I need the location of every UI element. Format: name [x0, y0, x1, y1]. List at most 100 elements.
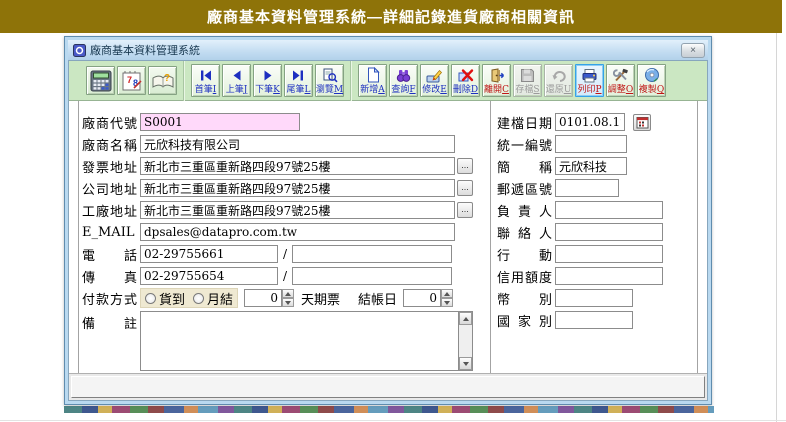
- created-date-label: 建檔日期: [497, 113, 555, 132]
- close-button[interactable]: ×: [681, 43, 705, 58]
- invoice-address-label: 發票地址: [82, 157, 140, 176]
- fax-ext-input[interactable]: [292, 267, 452, 285]
- button-label: 調整O: [608, 85, 633, 95]
- payment-radio-monthly[interactable]: 月結: [193, 289, 233, 308]
- phone-ext-input[interactable]: [292, 245, 452, 263]
- vendor-code-label: 廠商代號: [82, 113, 140, 132]
- exit-button[interactable]: 離開C: [482, 64, 511, 97]
- country-input[interactable]: [555, 311, 633, 329]
- payment-cod-label: 貨到: [159, 289, 185, 308]
- form-right-column: 建檔日期 統一編號 簡稱: [497, 111, 692, 331]
- up-arrow-icon: [285, 292, 291, 296]
- exit-door-icon: [489, 67, 505, 83]
- fax-label: 傳真: [82, 267, 140, 286]
- query-button[interactable]: 查詢F: [389, 64, 418, 97]
- radio-icon: [145, 293, 156, 304]
- print-button[interactable]: 列印P: [575, 64, 604, 97]
- company-address-browse-button[interactable]: ...: [457, 180, 473, 196]
- tax-id-label: 統一編號: [497, 135, 555, 154]
- page-banner: 廠商基本資料管理系統—詳細記錄進貨廠商相關資訊: [0, 0, 782, 33]
- field-row-vendor-code: 廠商代號: [82, 111, 487, 133]
- factory-address-browse-button[interactable]: ...: [457, 202, 473, 218]
- notes-scrollbar[interactable]: [458, 311, 473, 371]
- edit-pencil-icon: [426, 67, 443, 83]
- last-record-button[interactable]: 尾筆L: [284, 64, 313, 97]
- created-date-input[interactable]: [555, 113, 625, 131]
- delete-button[interactable]: 刪除D: [451, 64, 480, 97]
- spinner-buttons: [441, 289, 453, 307]
- contact-label: 聯絡人: [497, 223, 555, 242]
- adjust-button[interactable]: 調整O: [606, 64, 635, 97]
- browse-records-button[interactable]: 瀏覽M: [315, 64, 344, 97]
- email-input[interactable]: [140, 223, 455, 241]
- calendar-picker-icon: [636, 116, 649, 129]
- field-row-contact: 聯絡人: [497, 221, 692, 243]
- calendar-button[interactable]: 7 8: [117, 66, 146, 95]
- credit-limit-input[interactable]: [555, 267, 663, 285]
- spinner-up-button[interactable]: [441, 289, 453, 298]
- spinner-down-button[interactable]: [282, 298, 294, 307]
- button-label: 複製Q: [639, 85, 664, 95]
- tax-id-input[interactable]: [555, 135, 627, 153]
- spinner-down-button[interactable]: [441, 298, 453, 307]
- copy-button[interactable]: 複製Q: [637, 64, 666, 97]
- date-picker-button[interactable]: [633, 114, 651, 131]
- zip-code-label: 郵遞區號: [497, 179, 555, 198]
- payment-days-value[interactable]: 0: [244, 289, 282, 307]
- page-right-border: [776, 33, 777, 422]
- vendor-name-input[interactable]: [140, 135, 455, 153]
- calculator-icon: [90, 70, 112, 92]
- phone-input[interactable]: [140, 245, 278, 263]
- zip-code-input[interactable]: [555, 179, 619, 197]
- button-label: 修改E: [422, 85, 447, 95]
- scroll-up-button[interactable]: [459, 312, 472, 325]
- currency-input[interactable]: [555, 289, 633, 307]
- closing-day-value[interactable]: 0: [403, 289, 441, 307]
- up-arrow-icon: [444, 292, 450, 296]
- first-record-icon: [198, 67, 213, 83]
- field-row-tax-id: 統一編號: [497, 133, 692, 155]
- owner-label: 負責人: [497, 201, 555, 220]
- window-titlebar[interactable]: 廠商基本資料管理系統 ×: [68, 40, 708, 60]
- short-name-input[interactable]: [555, 157, 627, 175]
- add-record-button[interactable]: 新增A: [358, 64, 387, 97]
- notes-textarea[interactable]: [140, 311, 458, 371]
- previous-record-icon: [229, 67, 244, 83]
- button-label: 列印P: [577, 85, 601, 95]
- fax-input[interactable]: [140, 267, 278, 285]
- spinner-up-button[interactable]: [282, 289, 294, 298]
- page-bottom-border: [0, 420, 786, 421]
- invoice-address-input[interactable]: [140, 157, 455, 175]
- payment-radio-cod[interactable]: 貨到: [145, 289, 185, 308]
- vendor-code-input[interactable]: [140, 113, 300, 131]
- undo-button: 還原U: [544, 64, 573, 97]
- phone-separator: /: [278, 247, 292, 261]
- button-label: 下筆K: [255, 85, 280, 95]
- factory-address-input[interactable]: [140, 201, 455, 219]
- printer-icon: [581, 67, 598, 83]
- next-record-button[interactable]: 下筆K: [253, 64, 282, 97]
- contact-input[interactable]: [555, 223, 663, 241]
- company-address-label: 公司地址: [82, 179, 140, 198]
- invoice-address-browse-button[interactable]: ...: [457, 158, 473, 174]
- notes-label: 備註: [82, 313, 140, 332]
- scroll-down-button[interactable]: [459, 357, 472, 370]
- first-record-button[interactable]: 首筆I: [191, 64, 220, 97]
- company-address-input[interactable]: [140, 179, 455, 197]
- closing-day-spinner: 0: [403, 289, 453, 307]
- notes-field: [140, 311, 473, 371]
- button-label: 還原U: [546, 85, 572, 95]
- previous-record-button[interactable]: 上筆J: [222, 64, 251, 97]
- button-label: 存檔S: [515, 85, 539, 95]
- calculator-button[interactable]: [86, 66, 115, 95]
- modify-button[interactable]: 修改E: [420, 64, 449, 97]
- help-button[interactable]: ?: [148, 66, 177, 95]
- field-row-factory-address: 工廠地址 ...: [82, 199, 487, 221]
- button-label: 離開C: [484, 85, 509, 95]
- mobile-input[interactable]: [555, 245, 663, 263]
- spinner-buttons: [282, 289, 294, 307]
- owner-input[interactable]: [555, 201, 663, 219]
- field-row-company-address: 公司地址 ...: [82, 177, 487, 199]
- currency-label: 幣別: [497, 289, 555, 308]
- copy-disc-icon: [644, 67, 660, 83]
